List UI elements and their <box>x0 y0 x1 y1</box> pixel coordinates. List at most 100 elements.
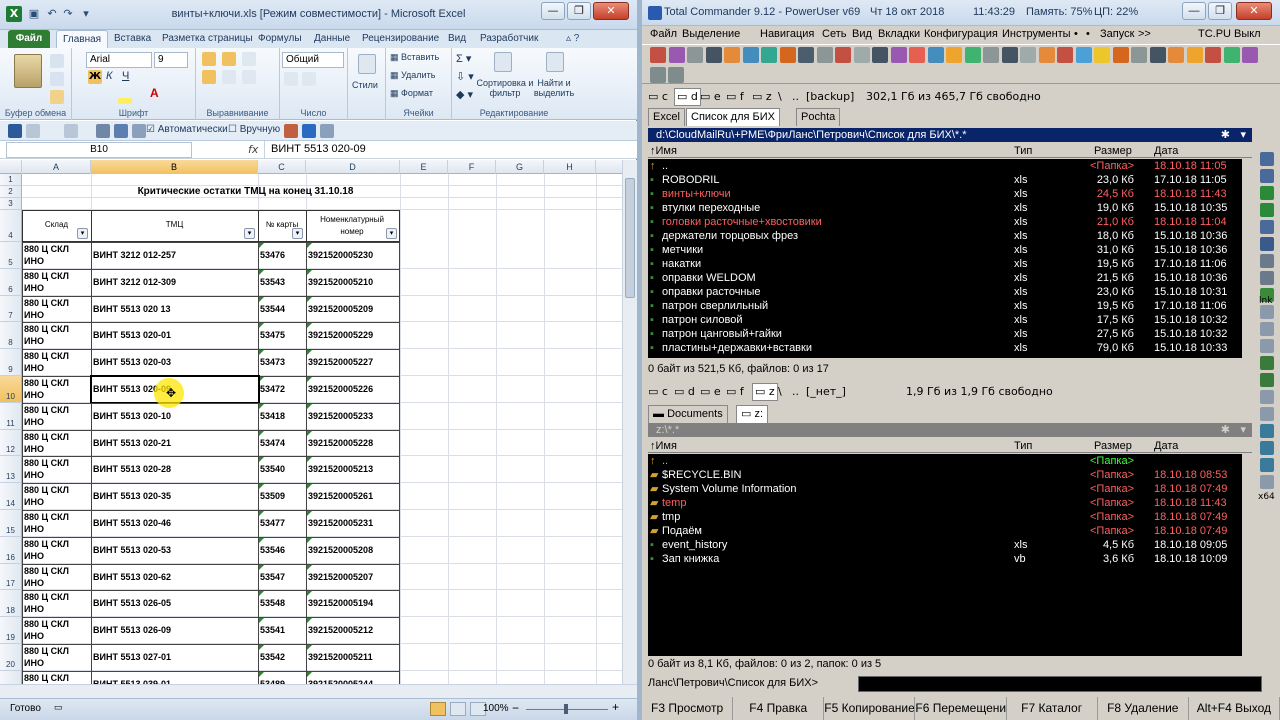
file-row[interactable]: ↑.. <Папка> 18.10.18 11:05 <box>648 159 1252 173</box>
cell-tmc[interactable]: ВИНТ 3212 012-309 <box>93 270 257 295</box>
font-name-select[interactable]: Arial <box>86 52 152 68</box>
header-size[interactable]: Размер <box>1094 439 1132 453</box>
command-line-input[interactable] <box>858 676 1262 692</box>
zoom-in-button[interactable]: + <box>612 700 619 714</box>
tab-file[interactable]: Файл <box>8 30 50 48</box>
insert-cells-button[interactable]: ▦ Вставить <box>390 52 439 63</box>
cell-sklad[interactable]: 880 Ц СКЛ ИНО <box>24 591 90 616</box>
file-row[interactable]: ▪ винты+ключи xls 24,5 Кб 18.10.18 11:43 <box>648 187 1252 201</box>
calc-icon[interactable] <box>1001 47 1018 63</box>
list-icon[interactable] <box>798 47 814 63</box>
fkey-button-4[interactable]: F4 Правка <box>733 697 825 720</box>
align-center-icon[interactable] <box>222 70 236 84</box>
tab-data[interactable]: Данные <box>308 30 356 48</box>
tree-icon[interactable] <box>1112 47 1129 63</box>
menu-tabs[interactable]: Вкладки <box>878 28 920 40</box>
cell-tmc[interactable]: ВИНТ 5513 020-53 <box>93 538 257 563</box>
macro-record-icon[interactable]: ▭ <box>54 702 63 713</box>
fill-color-icon[interactable] <box>118 98 132 104</box>
font-size-select[interactable]: 9 <box>154 52 188 68</box>
drive-button[interactable]: \ <box>778 383 782 401</box>
header-nomenclature[interactable]: Номенклатурный номер <box>310 214 394 238</box>
fkey-button-5[interactable]: F5 Копирование <box>824 697 916 720</box>
tab-formulas[interactable]: Формулы <box>252 30 308 48</box>
sidebar-tool-icon[interactable] <box>1260 339 1274 353</box>
cell-sklad[interactable]: 880 Ц СКЛ ИНО <box>24 511 90 536</box>
file-row[interactable]: ▰ $RECYCLE.BIN <Папка> 18.10.18 08:53 <box>648 468 1252 482</box>
cell-card-no[interactable]: 53548 <box>260 591 306 616</box>
doc-icon[interactable] <box>779 47 796 63</box>
bold-button[interactable]: Ж <box>88 70 102 84</box>
list-scrollbar[interactable] <box>1242 159 1252 358</box>
format-painter-icon[interactable] <box>50 90 64 104</box>
row-header[interactable]: 18 <box>0 590 22 618</box>
chrome-icon[interactable] <box>1057 47 1073 63</box>
cell-nomenclature[interactable]: 3921520005261 <box>308 484 400 509</box>
styles-button[interactable]: Стили <box>352 80 378 90</box>
tc-app-icon[interactable] <box>648 6 662 20</box>
cell-nomenclature[interactable]: 3921520005226 <box>308 377 400 402</box>
sidebar-tool-icon[interactable] <box>1260 458 1274 472</box>
row-header[interactable]: 17 <box>0 563 22 591</box>
row-header[interactable]: 20 <box>0 644 22 671</box>
menu-more[interactable]: >> <box>1138 28 1151 40</box>
paste-icon[interactable] <box>14 54 42 88</box>
toolbar-edit-icon[interactable] <box>96 124 110 138</box>
sort-filter-icon[interactable] <box>494 52 512 72</box>
sidebar-tool-icon[interactable] <box>1260 254 1274 268</box>
filter-dropdown-icon[interactable]: ▾ <box>292 228 303 239</box>
formula-input[interactable]: ВИНТ 5513 020-09 <box>264 141 625 158</box>
minimize-button[interactable]: — <box>541 2 565 20</box>
toolbar-redo-icon[interactable] <box>64 124 78 138</box>
row-header[interactable]: 6 <box>0 268 22 296</box>
row-header[interactable]: 14 <box>0 483 22 510</box>
notes-icon[interactable] <box>1020 47 1036 63</box>
favorites-icon[interactable]: ✱ <box>1221 128 1230 142</box>
cell-nomenclature[interactable]: 3921520005230 <box>308 243 400 268</box>
menu-off[interactable]: Выкл <box>1234 28 1261 40</box>
drive-button[interactable]: .. <box>792 88 799 106</box>
cell-nomenclature[interactable]: 3921520005208 <box>308 538 400 563</box>
align-top-icon[interactable] <box>202 52 216 66</box>
edit-icon[interactable] <box>1242 47 1258 63</box>
explorer-icon[interactable] <box>1168 47 1184 63</box>
cell-sklad[interactable]: 880 Ц СКЛ ИНО <box>24 270 90 295</box>
header-type[interactable]: Тип <box>1014 439 1032 453</box>
cell-tmc[interactable]: ВИНТ 5513 020-21 <box>93 431 257 456</box>
extra-tool-icon[interactable] <box>650 67 666 83</box>
file-row[interactable]: ▪ ROBODRIL xls 23,0 Кб 17.10.18 11:05 <box>648 173 1252 187</box>
row-header[interactable]: 5 <box>0 242 22 269</box>
tab-review[interactable]: Рецензирование <box>356 30 445 48</box>
sidebar-tool-icon[interactable] <box>1260 424 1274 438</box>
row-header[interactable]: 1 <box>0 174 22 186</box>
cell-nomenclature[interactable]: 3921520005210 <box>308 270 400 295</box>
cell-nomenclature[interactable]: 3921520005194 <box>308 591 400 616</box>
fill-icon[interactable]: ⇩ ▾ <box>456 70 474 83</box>
list-scrollbar[interactable] <box>1242 454 1252 656</box>
drive-button[interactable]: \ <box>778 88 782 106</box>
cell-card-no[interactable]: 53540 <box>260 457 306 482</box>
find-select-icon[interactable] <box>546 52 564 72</box>
menu-configuration[interactable]: Конфигурация <box>924 28 998 40</box>
sheet-title[interactable]: Критические остатки ТМЦ на конец 31.10.1… <box>91 186 400 198</box>
column-header-c[interactable]: C <box>258 160 306 174</box>
row-header[interactable]: 3 <box>0 198 22 210</box>
cell-card-no[interactable]: 53542 <box>260 645 306 670</box>
top-path-bar[interactable]: d:\CloudMailRu\+PME\ФриЛанс\Петрович\Спи… <box>648 128 1252 142</box>
drive-button[interactable]: ▭ d <box>674 88 701 106</box>
file-row[interactable]: ▰ System Volume Information <Папка> 18.10.1… <box>648 482 1252 496</box>
menu-tcpu[interactable]: TC.PU <box>1198 28 1231 40</box>
search-icon[interactable] <box>816 47 833 63</box>
cell-sklad[interactable]: 880 Ц СКЛ ИНО <box>24 297 90 322</box>
refresh-icon[interactable] <box>909 47 925 63</box>
row-header[interactable]: 10 <box>0 376 22 403</box>
zoom-level[interactable]: 100% <box>483 703 509 714</box>
cell-sklad[interactable]: 880 Ц СКЛ ИНО <box>24 484 90 509</box>
toolbar-save-icon[interactable] <box>8 124 22 138</box>
sidebar-tool-icon[interactable] <box>1260 441 1274 455</box>
cell-sklad[interactable]: 880 Ц СКЛ ИНО <box>24 645 90 670</box>
drive-button[interactable]: [_нет_] <box>806 383 846 401</box>
copy-icon[interactable] <box>853 47 870 63</box>
header-size[interactable]: Размер <box>1094 144 1132 158</box>
underline-button[interactable]: Ч <box>122 70 129 82</box>
